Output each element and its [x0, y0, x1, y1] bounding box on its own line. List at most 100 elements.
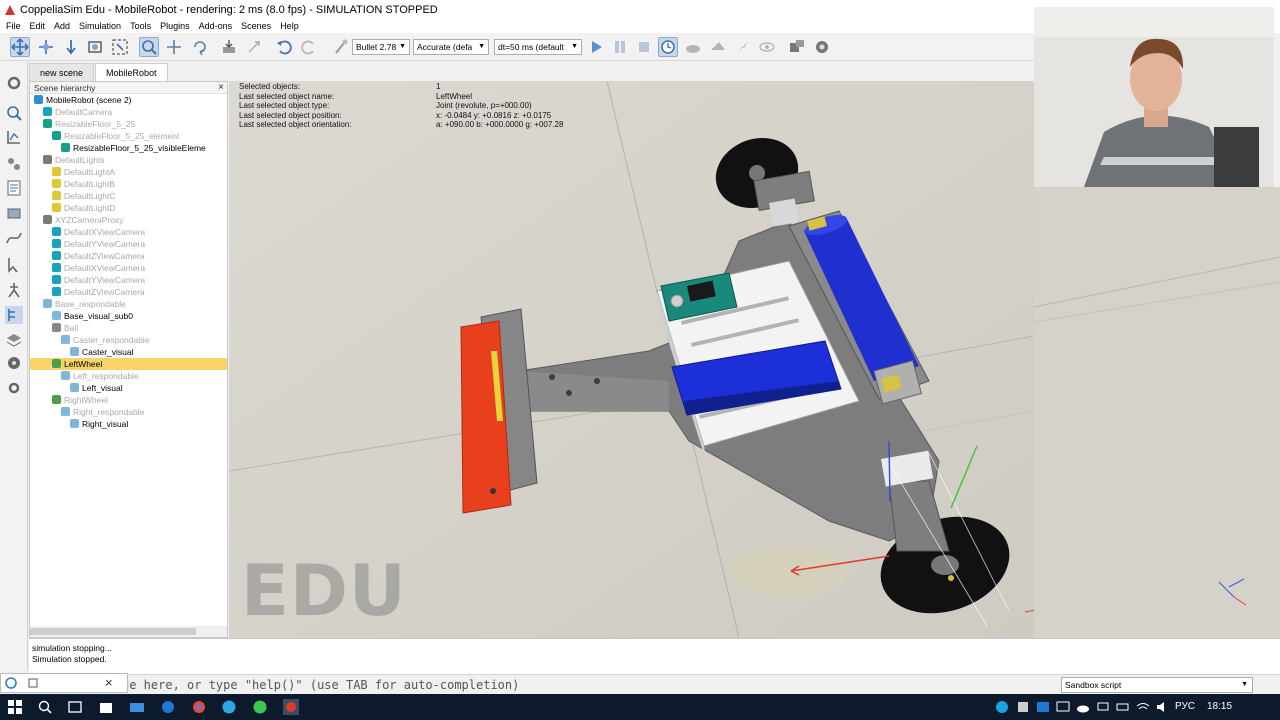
menu-add-ons[interactable]: Add-ons — [199, 21, 233, 31]
menu-add[interactable]: Add — [54, 21, 70, 31]
store-icon[interactable] — [98, 699, 114, 715]
tree-item[interactable]: Right_respondable — [30, 406, 144, 418]
close-icon[interactable]: × — [218, 82, 224, 93]
menu-scenes[interactable]: Scenes — [241, 21, 271, 31]
start-menu-icon[interactable] — [7, 699, 23, 715]
user-settings-icon[interactable] — [5, 379, 23, 397]
cloud-icon[interactable] — [1075, 699, 1091, 715]
camera-fit-icon[interactable] — [85, 37, 105, 57]
language-indicator[interactable]: РУС — [1175, 701, 1195, 712]
speed-up-icon[interactable] — [708, 37, 728, 57]
model-icon[interactable] — [5, 354, 23, 372]
tree-item[interactable]: DefaultLightD — [30, 202, 116, 214]
visualization-toggle-icon[interactable] — [757, 37, 777, 57]
tree-item[interactable]: ResizableFloor_5_25 — [30, 118, 135, 130]
collections-icon[interactable] — [5, 155, 23, 173]
hierarchy-toggle-icon[interactable] — [5, 306, 23, 324]
slow-down-icon[interactable] — [683, 37, 703, 57]
selection-icon[interactable] — [5, 256, 23, 274]
clock[interactable]: 18:15 — [1207, 701, 1232, 712]
horizontal-scrollbar[interactable] — [30, 626, 227, 637]
tree-item[interactable]: DefaultLights — [30, 154, 105, 166]
menu-edit[interactable]: Edit — [30, 21, 46, 31]
scrollbar-thumb[interactable] — [30, 628, 196, 635]
camera-pan-icon[interactable] — [10, 37, 30, 57]
search-icon[interactable] — [5, 104, 23, 122]
wifi-icon[interactable] — [1135, 699, 1151, 715]
lua-command-input[interactable]: de here, or type "help()" (use TAB for a… — [122, 677, 1052, 693]
tree-item[interactable]: Right_visual — [30, 418, 128, 430]
transfer-dna-icon[interactable] — [244, 37, 264, 57]
menu-plugins[interactable]: Plugins — [160, 21, 190, 31]
chrome-icon[interactable] — [191, 699, 207, 715]
object-translate-icon[interactable] — [164, 37, 184, 57]
tray-app-icon[interactable] — [1035, 699, 1051, 715]
tree-item[interactable]: DefaultLightB — [30, 178, 115, 190]
physics-engine-select[interactable]: Bullet 2.78 ▼ — [352, 39, 410, 55]
tree-item-selected[interactable]: LeftWheel — [30, 358, 227, 370]
shape-edit-icon[interactable] — [5, 204, 23, 222]
edge-icon[interactable] — [160, 699, 176, 715]
close-icon[interactable]: × — [105, 675, 113, 690]
calculation-modules-icon[interactable] — [5, 128, 23, 146]
tree-item[interactable]: DefaultLightA — [30, 166, 115, 178]
accuracy-select[interactable]: Accurate (defa ▼ — [413, 39, 489, 55]
tree-item[interactable]: Ball — [30, 322, 78, 334]
play-icon[interactable] — [586, 37, 606, 57]
tree-item[interactable]: DefaultCamera — [30, 106, 112, 118]
tree-item[interactable]: DefaultXViewCamera — [30, 226, 145, 238]
mail-icon[interactable] — [129, 699, 145, 715]
battery-icon[interactable] — [1115, 699, 1131, 715]
scene-objects-icon[interactable] — [787, 37, 807, 57]
search-icon[interactable] — [37, 699, 53, 715]
3d-viewport[interactable]: Selected objects: 1 Last selected object n… — [229, 81, 1034, 638]
kinematics-icon[interactable] — [5, 281, 23, 299]
camera-rotate-icon[interactable] — [36, 37, 56, 57]
tree-item[interactable]: DefaultYViewCamera — [30, 274, 145, 286]
tree-item[interactable]: DefaultXViewCamera — [30, 262, 145, 274]
assemble-icon[interactable] — [219, 37, 239, 57]
simulation-settings-icon[interactable] — [5, 74, 23, 92]
whatsapp-icon[interactable] — [252, 699, 268, 715]
object-rotate-icon[interactable] — [190, 37, 210, 57]
tree-item[interactable]: Base_visual_sub0 — [30, 310, 133, 322]
tree-item[interactable]: DefaultZViewCamera — [30, 250, 145, 262]
tab-new-scene[interactable]: new scene — [29, 63, 95, 81]
tree-item[interactable]: Left_visual — [30, 382, 123, 394]
tree-item[interactable]: DefaultLightC — [30, 190, 116, 202]
menu-simulation[interactable]: Simulation — [79, 21, 121, 31]
threaded-rendering-icon[interactable] — [733, 37, 753, 57]
stop-icon[interactable] — [634, 37, 654, 57]
menu-tools[interactable]: Tools — [130, 21, 151, 31]
layers-icon[interactable] — [5, 331, 23, 349]
tree-item[interactable]: DefaultYViewCamera — [30, 238, 145, 250]
undo-icon[interactable] — [274, 37, 294, 57]
volume-icon[interactable] — [1155, 699, 1171, 715]
display-icon[interactable] — [1055, 699, 1071, 715]
tree-item[interactable]: RightWheel — [30, 394, 108, 406]
redo-icon[interactable] — [299, 37, 319, 57]
tray-app-icon[interactable] — [1015, 699, 1031, 715]
tree-item[interactable]: DefaultZViewCamera — [30, 286, 145, 298]
telegram-icon[interactable] — [221, 699, 237, 715]
menu-file[interactable]: File — [6, 21, 21, 31]
tree-item[interactable]: ResizableFloor_5_25_element — [30, 130, 179, 142]
tree-item[interactable]: Left_respondable — [30, 370, 139, 382]
tree-item[interactable]: ResizableFloor_5_25_visibleEleme — [30, 142, 206, 154]
realtime-icon[interactable] — [658, 37, 678, 57]
skype-icon[interactable] — [994, 699, 1010, 715]
path-edit-icon[interactable] — [5, 229, 23, 247]
camera-zoom-icon[interactable] — [110, 37, 130, 57]
pause-icon[interactable] — [610, 37, 630, 57]
network-icon[interactable] — [1095, 699, 1111, 715]
tree-item[interactable]: Caster_respondable — [30, 334, 150, 346]
tree-item[interactable]: Base_respondable — [30, 298, 126, 310]
tree-item[interactable]: Caster_visual — [30, 346, 134, 358]
tree-item[interactable]: XYZCameraProxy — [30, 214, 124, 226]
timestep-select[interactable]: dt=50 ms (default ▼ — [494, 39, 582, 55]
dynamics-icon[interactable] — [331, 37, 351, 57]
script-select[interactable]: Sandbox script ▼ — [1061, 677, 1253, 693]
tree-item[interactable]: MobileRobot (scene 2) — [30, 94, 132, 106]
task-view-icon[interactable] — [67, 699, 83, 715]
camera-shift-icon[interactable] — [61, 37, 81, 57]
